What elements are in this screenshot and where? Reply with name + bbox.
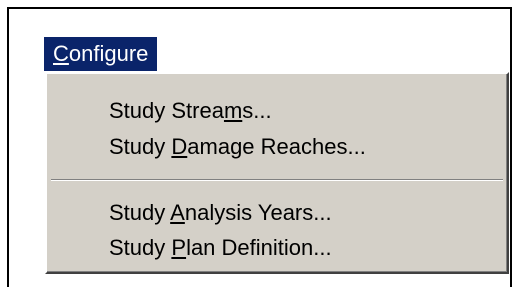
menu-item-study-streams[interactable]: Study Streams... bbox=[109, 94, 272, 128]
window-frame: Configure Study Streams... Study Damage … bbox=[7, 7, 512, 287]
menu-item-label-after: s... bbox=[242, 98, 272, 123]
menu-item-label-before: Study bbox=[109, 200, 171, 225]
menu-item-label-after: lan Definition... bbox=[186, 235, 332, 260]
menu-configure-label-after: onfigure bbox=[68, 41, 149, 66]
menu-configure[interactable]: Configure bbox=[44, 37, 158, 71]
menu-separator bbox=[51, 179, 503, 181]
menu-item-label-before: Study bbox=[109, 134, 172, 159]
menu-item-label-before: Study bbox=[109, 235, 172, 260]
menu-configure-mnemonic: C bbox=[53, 41, 69, 66]
menu-item-mnemonic: A bbox=[170, 200, 185, 225]
menu-item-mnemonic: m bbox=[223, 98, 243, 123]
menu-item-study-damage-reaches[interactable]: Study Damage Reaches... bbox=[109, 130, 366, 164]
configure-dropdown-menu: Study Streams... Study Damage Reaches...… bbox=[45, 72, 509, 274]
menu-item-label-after: nalysis Years... bbox=[184, 200, 332, 225]
menu-item-label-after: amage Reaches... bbox=[187, 134, 366, 159]
menu-item-mnemonic: D bbox=[171, 134, 188, 159]
menu-item-study-analysis-years[interactable]: Study Analysis Years... bbox=[109, 196, 332, 230]
menu-item-study-plan-definition[interactable]: Study Plan Definition... bbox=[109, 231, 332, 265]
menu-item-mnemonic: P bbox=[171, 235, 187, 260]
menu-item-label-before: Study Strea bbox=[109, 98, 224, 123]
